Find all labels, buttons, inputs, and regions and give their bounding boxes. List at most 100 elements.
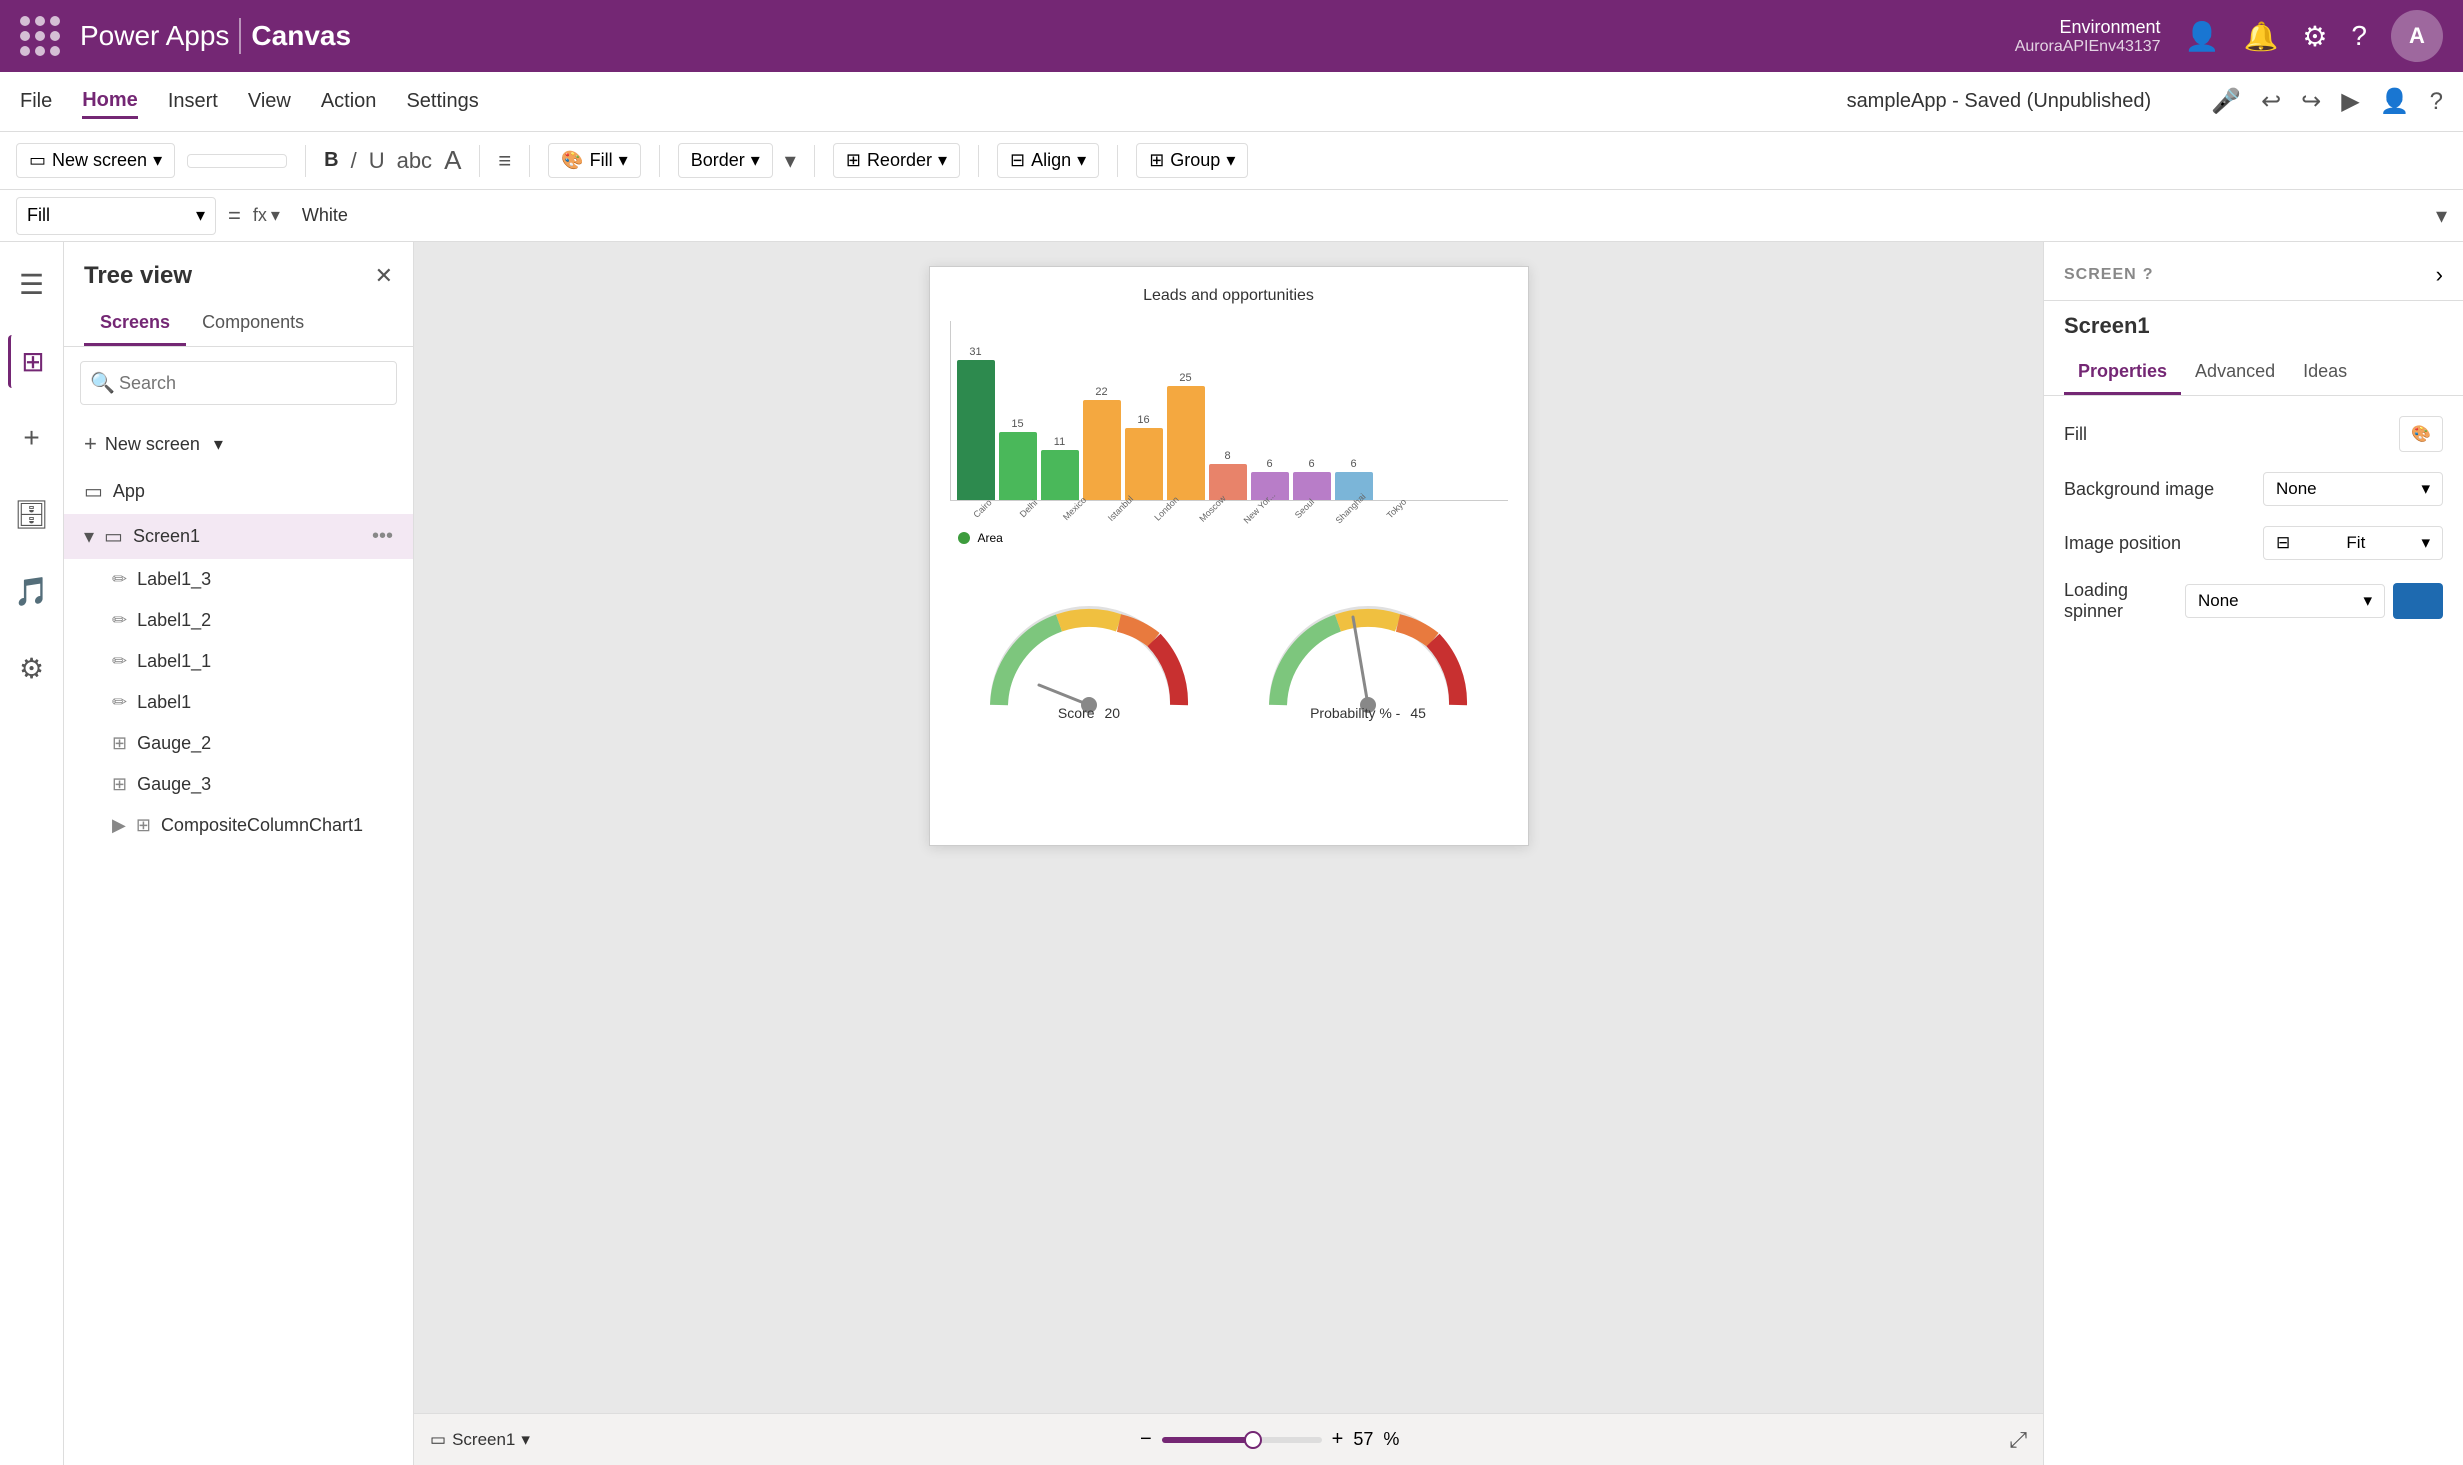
add-icon[interactable]: +	[13, 412, 49, 464]
screen-icon: ▭	[29, 150, 46, 171]
spinner-color-button[interactable]	[2393, 583, 2443, 619]
tab-components[interactable]: Components	[186, 302, 320, 346]
tree-item-screen1[interactable]: ▾ ▭ Screen1 •••	[64, 514, 413, 559]
tree-item-chart1[interactable]: ▶ ⊞ CompositeColumnChart1	[64, 805, 413, 846]
zoom-in-button[interactable]: +	[1332, 1428, 1344, 1451]
menu-view[interactable]: View	[248, 86, 291, 117]
zoom-slider-thumb[interactable]	[1244, 1431, 1262, 1449]
nav-icon[interactable]: ☰	[9, 258, 54, 311]
italic-button[interactable]: /	[351, 148, 357, 174]
tree-item-label1-3[interactable]: ✏ Label1_3	[64, 559, 413, 600]
fx-button[interactable]: fx ▾	[253, 205, 280, 226]
expand-formula-icon[interactable]: ▾	[2436, 203, 2447, 229]
reorder-button[interactable]: ⊞ Reorder ▾	[833, 143, 960, 178]
help-icon-props[interactable]: ?	[2143, 266, 2154, 284]
image-pos-prop-label: Image position	[2064, 533, 2181, 554]
person-icon[interactable]: 👤	[2185, 20, 2220, 53]
canvas-frame[interactable]: Leads and opportunities 31 15	[929, 266, 1529, 846]
bg-image-dropdown[interactable]: None ▾	[2263, 472, 2443, 506]
search-input[interactable]	[80, 361, 397, 405]
help-icon[interactable]: ?	[2351, 20, 2367, 52]
notification-icon[interactable]: 🔔	[2243, 20, 2278, 53]
tree-search-container: 🔍	[80, 361, 397, 405]
gauge2-value: 45	[1410, 705, 1426, 721]
strikethrough-button[interactable]: abc	[397, 148, 432, 174]
waffle-menu[interactable]	[20, 16, 60, 56]
help-icon[interactable]: ?	[2430, 88, 2443, 116]
image-pos-dropdown[interactable]: ⊟ Fit ▾	[2263, 526, 2443, 560]
bar-newyork-rect	[1209, 464, 1247, 500]
tree-item-label1-2[interactable]: ✏ Label1_2	[64, 600, 413, 641]
components-icon[interactable]: ⚙	[9, 642, 54, 695]
menu-settings[interactable]: Settings	[406, 86, 478, 117]
person-icon[interactable]: 👤	[2380, 87, 2410, 116]
bar-moscow-rect	[1167, 386, 1205, 500]
toolbar-separator-5	[814, 145, 815, 177]
border-button[interactable]: Border ▾	[678, 143, 773, 178]
avatar[interactable]: A	[2391, 10, 2443, 62]
reorder-icon: ⊞	[846, 150, 861, 171]
property-dropdown[interactable]: Fill ▾	[16, 197, 216, 235]
label-icon-1-2: ✏	[112, 610, 127, 631]
brand-name: Power Apps	[80, 20, 229, 52]
align-button[interactable]: ≡	[498, 148, 511, 174]
equals-sign: =	[228, 203, 241, 229]
tab-advanced[interactable]: Advanced	[2181, 351, 2289, 395]
tree-item-gauge2[interactable]: ⊞ Gauge_2	[64, 723, 413, 764]
media-icon[interactable]: 🎵	[4, 565, 59, 618]
expand-props-icon[interactable]: ›	[2436, 262, 2443, 288]
fullscreen-button[interactable]: ⤢	[2009, 1427, 2027, 1453]
collapse-icon-chart[interactable]: ▶	[112, 815, 126, 836]
fill-color-button[interactable]: 🎨	[2399, 416, 2443, 452]
spinner-dropdown[interactable]: None ▾	[2185, 584, 2385, 618]
tab-properties[interactable]: Properties	[2064, 351, 2181, 395]
zoom-slider-container[interactable]	[1162, 1437, 1322, 1443]
new-screen-button[interactable]: + New screen ▾	[64, 419, 413, 469]
expand-icon[interactable]: ▾	[785, 148, 796, 174]
properties-panel: SCREEN ? › Screen1 Properties Advanced I…	[2043, 242, 2463, 1465]
gauge1: Score 20	[979, 585, 1199, 721]
microphone-icon[interactable]: 🎤	[2211, 87, 2241, 116]
undo-icon[interactable]: ↩	[2261, 87, 2281, 116]
tree-item-name-gauge2: Gauge_2	[137, 733, 211, 754]
group-button[interactable]: ⊞ Group ▾	[1136, 143, 1248, 178]
bold-button[interactable]: B	[324, 149, 338, 172]
data-icon[interactable]: 🗄	[4, 488, 60, 541]
font-style-dropdown[interactable]	[187, 154, 287, 168]
menu-action[interactable]: Action	[321, 86, 377, 117]
font-button[interactable]: A	[444, 145, 461, 176]
tab-ideas[interactable]: Ideas	[2289, 351, 2361, 395]
fill-button[interactable]: 🎨 Fill ▾	[548, 143, 640, 178]
settings-icon[interactable]: ⚙	[2302, 20, 2327, 53]
bar-delhi-rect	[999, 432, 1037, 500]
more-options-icon[interactable]: •••	[372, 525, 393, 548]
tree-item-gauge3[interactable]: ⊞ Gauge_3	[64, 764, 413, 805]
layers-icon[interactable]: ⊞	[8, 335, 54, 388]
chevron-down-icon-spinner: ▾	[2363, 591, 2372, 611]
canvas-scroll[interactable]: Leads and opportunities 31 15	[414, 242, 2043, 1413]
align-btn[interactable]: ⊟ Align ▾	[997, 143, 1099, 178]
x-axis-labels: Cairo Delhi Mexico Istanbul London Mosco…	[950, 505, 1508, 515]
bar-cairo: 31	[957, 346, 995, 500]
align-label: Align	[1031, 150, 1071, 171]
menu-home[interactable]: Home	[82, 85, 138, 119]
new-screen-button[interactable]: ▭ New screen ▾	[16, 143, 175, 178]
tree-item-label1[interactable]: ✏ Label1	[64, 682, 413, 723]
screen-selector[interactable]: ▭ Screen1 ▾	[430, 1430, 530, 1450]
redo-icon[interactable]: ↪	[2301, 87, 2321, 116]
underline-button[interactable]: U	[369, 148, 385, 174]
zoom-slider[interactable]	[1162, 1437, 1322, 1443]
menu-insert[interactable]: Insert	[168, 86, 218, 117]
formula-value[interactable]: White	[292, 205, 2424, 226]
env-label: Environment	[2015, 17, 2161, 38]
tree-close-button[interactable]: ✕	[375, 263, 393, 289]
tree-item-label1-1[interactable]: ✏ Label1_1	[64, 641, 413, 682]
expand-icon-screen1[interactable]: ▾	[84, 524, 94, 549]
tree-item-name-gauge3: Gauge_3	[137, 774, 211, 795]
play-icon[interactable]: ▶	[2341, 87, 2359, 116]
tab-screens[interactable]: Screens	[84, 302, 186, 346]
zoom-out-button[interactable]: −	[1140, 1428, 1152, 1451]
menu-file[interactable]: File	[20, 86, 52, 117]
tree-item-app[interactable]: ▭ App	[64, 469, 413, 514]
fill-icon: 🎨	[561, 150, 583, 171]
